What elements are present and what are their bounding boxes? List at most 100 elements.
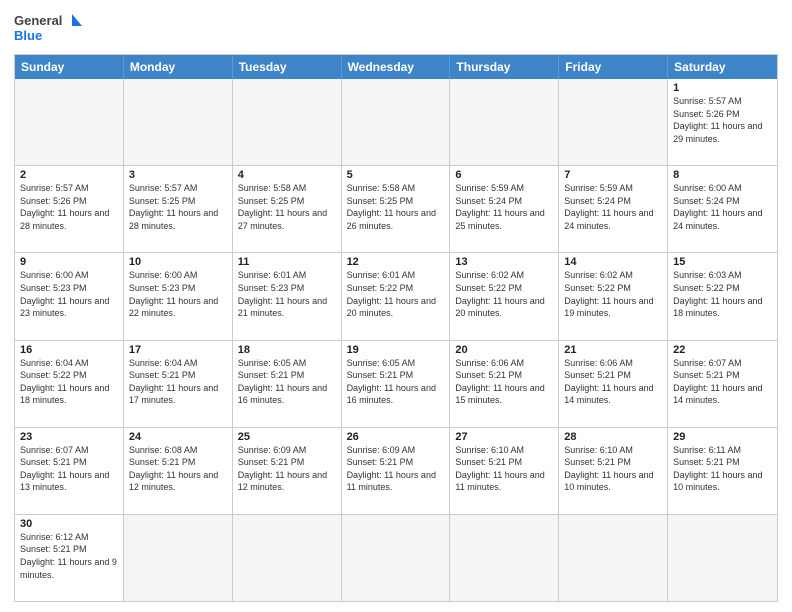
sun-info: Sunrise: 6:00 AMSunset: 5:23 PMDaylight:… — [129, 269, 227, 319]
cal-cell: 16Sunrise: 6:04 AMSunset: 5:22 PMDayligh… — [15, 341, 124, 427]
header: General Blue — [14, 10, 778, 46]
cal-cell — [124, 79, 233, 165]
cal-cell — [559, 79, 668, 165]
header-cell-friday: Friday — [559, 55, 668, 79]
sun-info: Sunrise: 6:10 AMSunset: 5:21 PMDaylight:… — [564, 444, 662, 494]
day-number: 7 — [564, 169, 662, 181]
header-cell-thursday: Thursday — [450, 55, 559, 79]
cal-cell — [15, 79, 124, 165]
cal-cell: 25Sunrise: 6:09 AMSunset: 5:21 PMDayligh… — [233, 428, 342, 514]
cal-cell: 22Sunrise: 6:07 AMSunset: 5:21 PMDayligh… — [668, 341, 777, 427]
sun-info: Sunrise: 5:57 AMSunset: 5:25 PMDaylight:… — [129, 182, 227, 232]
sun-info: Sunrise: 6:01 AMSunset: 5:22 PMDaylight:… — [347, 269, 445, 319]
calendar-row-0: 1Sunrise: 5:57 AMSunset: 5:26 PMDaylight… — [15, 79, 777, 165]
calendar: SundayMondayTuesdayWednesdayThursdayFrid… — [14, 54, 778, 602]
calendar-row-3: 16Sunrise: 6:04 AMSunset: 5:22 PMDayligh… — [15, 340, 777, 427]
sun-info: Sunrise: 6:00 AMSunset: 5:23 PMDaylight:… — [20, 269, 118, 319]
sun-info: Sunrise: 6:05 AMSunset: 5:21 PMDaylight:… — [238, 357, 336, 407]
header-cell-wednesday: Wednesday — [342, 55, 451, 79]
cal-cell: 15Sunrise: 6:03 AMSunset: 5:22 PMDayligh… — [668, 253, 777, 339]
day-number: 17 — [129, 344, 227, 356]
header-cell-saturday: Saturday — [668, 55, 777, 79]
cal-cell — [668, 515, 777, 601]
day-number: 9 — [20, 256, 118, 268]
calendar-row-2: 9Sunrise: 6:00 AMSunset: 5:23 PMDaylight… — [15, 252, 777, 339]
cal-cell: 3Sunrise: 5:57 AMSunset: 5:25 PMDaylight… — [124, 166, 233, 252]
day-number: 22 — [673, 344, 772, 356]
day-number: 8 — [673, 169, 772, 181]
cal-cell: 6Sunrise: 5:59 AMSunset: 5:24 PMDaylight… — [450, 166, 559, 252]
sun-info: Sunrise: 6:06 AMSunset: 5:21 PMDaylight:… — [455, 357, 553, 407]
sun-info: Sunrise: 6:07 AMSunset: 5:21 PMDaylight:… — [673, 357, 772, 407]
cal-cell — [342, 79, 451, 165]
cal-cell: 24Sunrise: 6:08 AMSunset: 5:21 PMDayligh… — [124, 428, 233, 514]
page: General Blue SundayMondayTuesdayWednesda… — [0, 0, 792, 612]
header-cell-sunday: Sunday — [15, 55, 124, 79]
day-number: 26 — [347, 431, 445, 443]
day-number: 6 — [455, 169, 553, 181]
cal-cell: 14Sunrise: 6:02 AMSunset: 5:22 PMDayligh… — [559, 253, 668, 339]
sun-info: Sunrise: 5:58 AMSunset: 5:25 PMDaylight:… — [238, 182, 336, 232]
cal-cell — [450, 79, 559, 165]
cal-cell: 29Sunrise: 6:11 AMSunset: 5:21 PMDayligh… — [668, 428, 777, 514]
cal-cell: 17Sunrise: 6:04 AMSunset: 5:21 PMDayligh… — [124, 341, 233, 427]
day-number: 4 — [238, 169, 336, 181]
cal-cell: 28Sunrise: 6:10 AMSunset: 5:21 PMDayligh… — [559, 428, 668, 514]
cal-cell: 26Sunrise: 6:09 AMSunset: 5:21 PMDayligh… — [342, 428, 451, 514]
day-number: 1 — [673, 82, 772, 94]
svg-text:General: General — [14, 13, 62, 28]
cal-cell: 13Sunrise: 6:02 AMSunset: 5:22 PMDayligh… — [450, 253, 559, 339]
header-cell-monday: Monday — [124, 55, 233, 79]
day-number: 14 — [564, 256, 662, 268]
cal-cell: 2Sunrise: 5:57 AMSunset: 5:26 PMDaylight… — [15, 166, 124, 252]
sun-info: Sunrise: 6:09 AMSunset: 5:21 PMDaylight:… — [347, 444, 445, 494]
header-cell-tuesday: Tuesday — [233, 55, 342, 79]
sun-info: Sunrise: 6:06 AMSunset: 5:21 PMDaylight:… — [564, 357, 662, 407]
calendar-header-row: SundayMondayTuesdayWednesdayThursdayFrid… — [15, 55, 777, 79]
calendar-row-1: 2Sunrise: 5:57 AMSunset: 5:26 PMDaylight… — [15, 165, 777, 252]
sun-info: Sunrise: 6:04 AMSunset: 5:22 PMDaylight:… — [20, 357, 118, 407]
cal-cell: 9Sunrise: 6:00 AMSunset: 5:23 PMDaylight… — [15, 253, 124, 339]
sun-info: Sunrise: 6:04 AMSunset: 5:21 PMDaylight:… — [129, 357, 227, 407]
day-number: 25 — [238, 431, 336, 443]
day-number: 28 — [564, 431, 662, 443]
cal-cell: 12Sunrise: 6:01 AMSunset: 5:22 PMDayligh… — [342, 253, 451, 339]
sun-info: Sunrise: 5:58 AMSunset: 5:25 PMDaylight:… — [347, 182, 445, 232]
sun-info: Sunrise: 6:02 AMSunset: 5:22 PMDaylight:… — [455, 269, 553, 319]
sun-info: Sunrise: 6:10 AMSunset: 5:21 PMDaylight:… — [455, 444, 553, 494]
day-number: 21 — [564, 344, 662, 356]
sun-info: Sunrise: 6:00 AMSunset: 5:24 PMDaylight:… — [673, 182, 772, 232]
cal-cell — [559, 515, 668, 601]
day-number: 18 — [238, 344, 336, 356]
day-number: 16 — [20, 344, 118, 356]
day-number: 29 — [673, 431, 772, 443]
day-number: 5 — [347, 169, 445, 181]
calendar-row-5: 30Sunrise: 6:12 AMSunset: 5:21 PMDayligh… — [15, 514, 777, 601]
cal-cell: 10Sunrise: 6:00 AMSunset: 5:23 PMDayligh… — [124, 253, 233, 339]
cal-cell: 19Sunrise: 6:05 AMSunset: 5:21 PMDayligh… — [342, 341, 451, 427]
day-number: 27 — [455, 431, 553, 443]
day-number: 11 — [238, 256, 336, 268]
sun-info: Sunrise: 5:57 AMSunset: 5:26 PMDaylight:… — [20, 182, 118, 232]
cal-cell: 30Sunrise: 6:12 AMSunset: 5:21 PMDayligh… — [15, 515, 124, 601]
day-number: 2 — [20, 169, 118, 181]
cal-cell: 20Sunrise: 6:06 AMSunset: 5:21 PMDayligh… — [450, 341, 559, 427]
cal-cell — [342, 515, 451, 601]
cal-cell: 21Sunrise: 6:06 AMSunset: 5:21 PMDayligh… — [559, 341, 668, 427]
sun-info: Sunrise: 6:07 AMSunset: 5:21 PMDaylight:… — [20, 444, 118, 494]
cal-cell — [450, 515, 559, 601]
logo: General Blue — [14, 10, 84, 46]
cal-cell — [233, 515, 342, 601]
sun-info: Sunrise: 6:01 AMSunset: 5:23 PMDaylight:… — [238, 269, 336, 319]
generalblue-logo-icon: General Blue — [14, 10, 84, 46]
cal-cell: 1Sunrise: 5:57 AMSunset: 5:26 PMDaylight… — [668, 79, 777, 165]
sun-info: Sunrise: 6:05 AMSunset: 5:21 PMDaylight:… — [347, 357, 445, 407]
day-number: 10 — [129, 256, 227, 268]
cal-cell: 8Sunrise: 6:00 AMSunset: 5:24 PMDaylight… — [668, 166, 777, 252]
day-number: 3 — [129, 169, 227, 181]
calendar-row-4: 23Sunrise: 6:07 AMSunset: 5:21 PMDayligh… — [15, 427, 777, 514]
cal-cell: 18Sunrise: 6:05 AMSunset: 5:21 PMDayligh… — [233, 341, 342, 427]
day-number: 15 — [673, 256, 772, 268]
sun-info: Sunrise: 5:57 AMSunset: 5:26 PMDaylight:… — [673, 95, 772, 145]
svg-text:Blue: Blue — [14, 28, 42, 43]
